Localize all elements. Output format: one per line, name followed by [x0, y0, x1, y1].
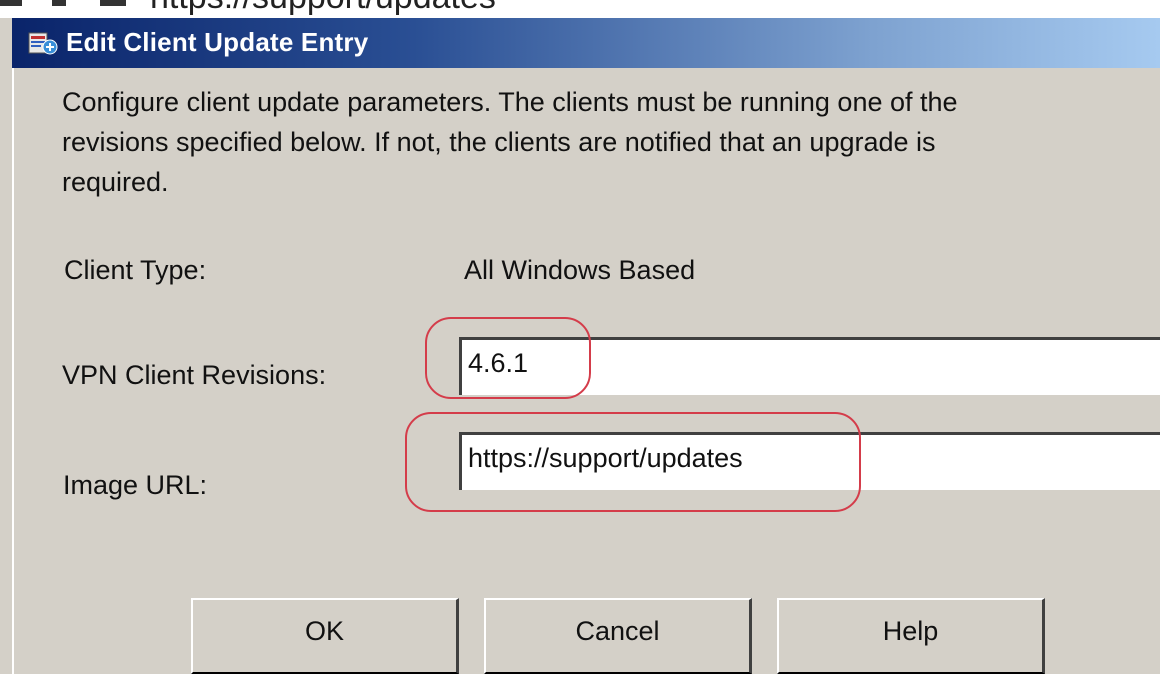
help-button[interactable]: Help: [777, 598, 1045, 674]
image-url-field[interactable]: [459, 432, 1160, 490]
strip-mark: [0, 0, 22, 6]
background-url-text: https://support/updates: [150, 0, 496, 17]
vpn-revisions-input[interactable]: [468, 344, 1154, 382]
vpn-revisions-field[interactable]: [459, 337, 1160, 395]
strip-mark: [52, 0, 66, 6]
client-type-label: Client Type:: [64, 255, 207, 285]
ok-button[interactable]: OK: [191, 598, 459, 674]
cancel-button[interactable]: Cancel: [484, 598, 752, 674]
dialog-description: Configure client update parameters. The …: [62, 87, 958, 197]
dialog-app-icon: [28, 32, 58, 55]
strip-mark: [100, 0, 126, 6]
image-url-label: Image URL:: [63, 470, 208, 500]
dialog-frame-edge: [12, 68, 14, 674]
vpn-revisions-label: VPN Client Revisions:: [62, 360, 327, 390]
image-url-input[interactable]: [468, 439, 1154, 477]
dialog-title: Edit Client Update Entry: [66, 27, 369, 57]
background-window-strip: https://support/updates: [0, 0, 1160, 18]
client-type-value: All Windows Based: [464, 255, 696, 285]
dialog-title-bar[interactable]: Edit Client Update Entry: [12, 18, 1160, 68]
